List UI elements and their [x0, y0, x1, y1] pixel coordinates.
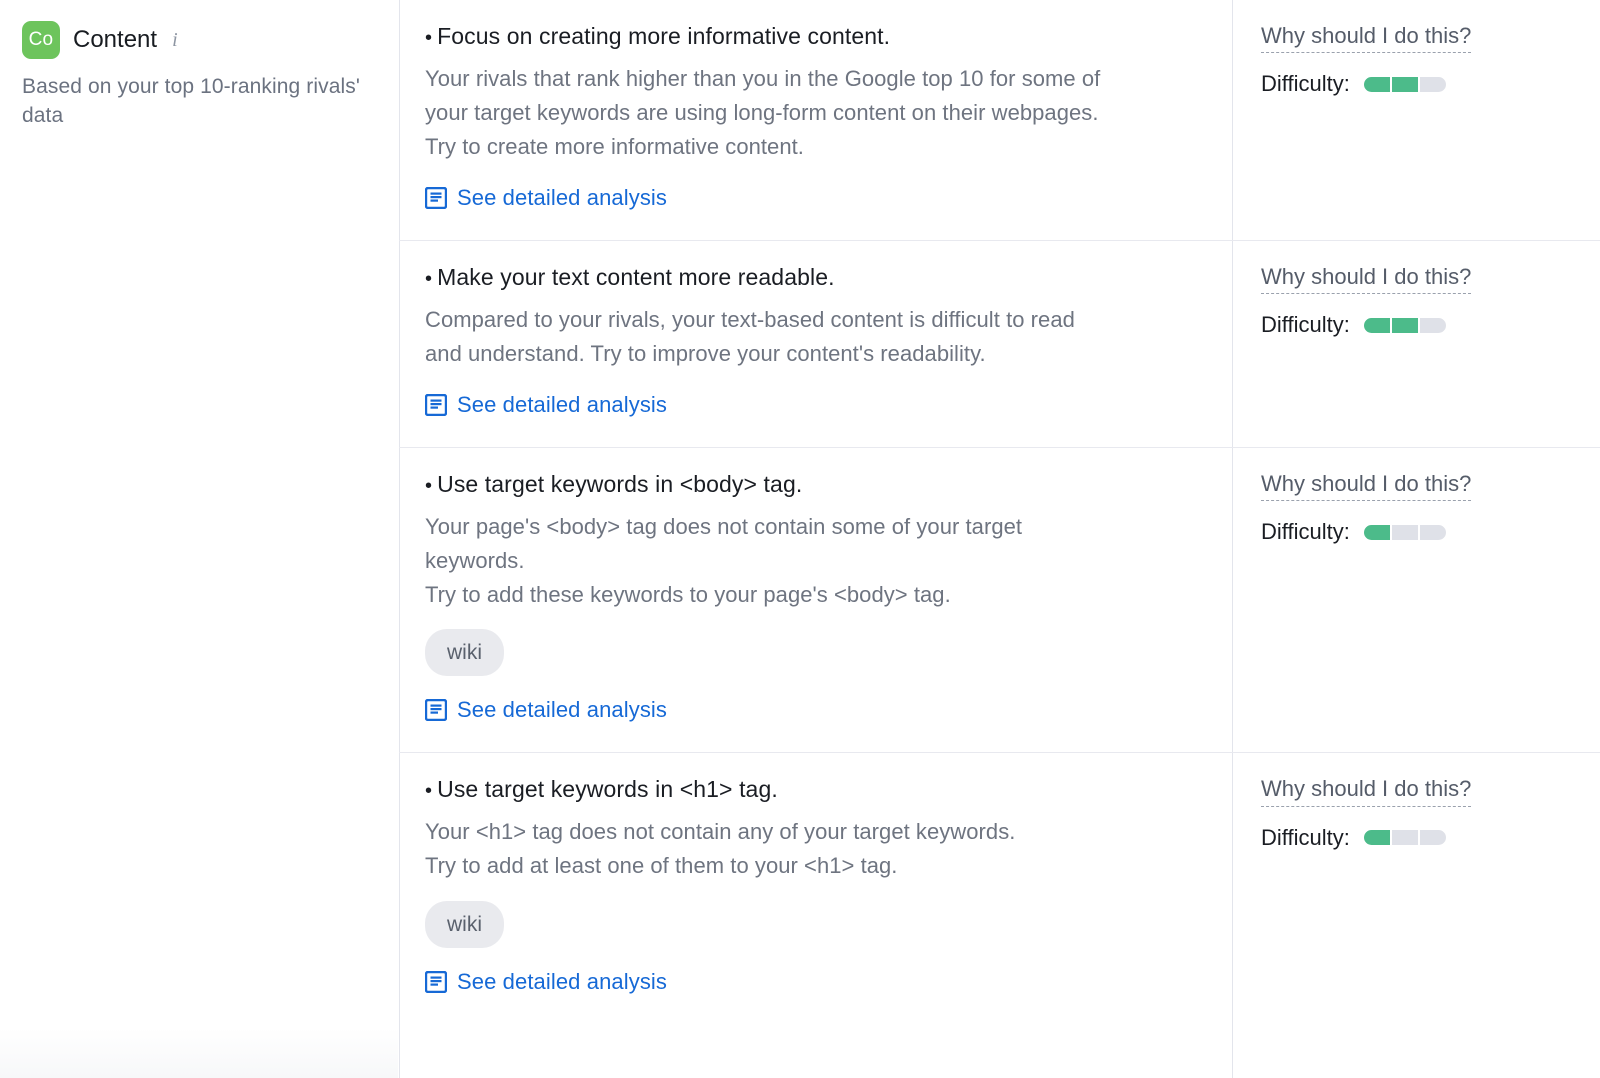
difficulty-segment — [1363, 524, 1390, 540]
difficulty-row: Difficulty: — [1261, 73, 1580, 95]
difficulty-meter — [1363, 76, 1446, 92]
recommendation-content: • Make your text content more readable. Co… — [399, 241, 1233, 447]
document-lines-icon — [425, 699, 447, 722]
keyword-chip[interactable]: wiki — [425, 629, 504, 677]
why-should-i-do-this-link[interactable]: Why should I do this? — [1261, 23, 1472, 54]
difficulty-segment — [1419, 524, 1446, 540]
bullet-icon: • — [425, 27, 433, 49]
info-icon[interactable]: i — [172, 30, 178, 50]
description-line: and understand. Try to improve your cont… — [425, 341, 986, 367]
description-line: Try to add these keywords to your page's… — [425, 582, 951, 608]
description-line: Try to add at least one of them to your … — [425, 853, 898, 879]
description-line: Your <h1> tag does not contain any of yo… — [425, 819, 1016, 845]
difficulty-segment — [1391, 76, 1418, 92]
difficulty-segment — [1391, 524, 1418, 540]
see-detailed-analysis-link[interactable]: See detailed analysis — [425, 392, 668, 418]
keyword-chip[interactable]: wiki — [425, 900, 504, 948]
recommendation-title: • Focus on creating more informative cont… — [425, 22, 1203, 52]
why-should-i-do-this-link[interactable]: Why should I do this? — [1261, 777, 1472, 807]
bullet-icon: • — [425, 780, 433, 803]
recommendation-row: • Focus on creating more informative cont… — [399, 0, 1600, 242]
difficulty-segment — [1419, 76, 1446, 92]
difficulty-row: Difficulty: — [1261, 824, 1580, 850]
recommendation-title: • Use target keywords in <h1> tag. — [425, 775, 1203, 805]
difficulty-segment — [1363, 317, 1390, 333]
recommendation-content: • Focus on creating more informative cont… — [399, 0, 1233, 240]
category-header: Co Content i — [22, 21, 375, 59]
recommendations-list: • Focus on creating more informative cont… — [399, 0, 1600, 1078]
recommendation-meta: Why should I do this? Difficulty: — [1233, 448, 1600, 752]
see-detailed-analysis-label: See detailed analysis — [457, 392, 668, 418]
keyword-chip-list: wiki — [425, 629, 1203, 677]
difficulty-meter — [1363, 830, 1446, 846]
category-title: Content — [73, 26, 158, 53]
see-detailed-analysis-link[interactable]: See detailed analysis — [425, 968, 668, 994]
recommendation-title-text: Focus on creating more informative conte… — [437, 23, 891, 49]
see-detailed-analysis-link[interactable]: See detailed analysis — [425, 697, 668, 723]
document-lines-icon — [425, 394, 447, 417]
recommendation-description: Compared to your rivals, your text-based… — [425, 303, 1203, 371]
difficulty-segment — [1363, 830, 1390, 846]
see-detailed-analysis-link[interactable]: See detailed analysis — [425, 185, 668, 211]
difficulty-row: Difficulty: — [1261, 521, 1580, 543]
difficulty-segment — [1391, 317, 1418, 333]
bullet-icon: • — [425, 475, 433, 498]
description-line: your target keywords are using long-form… — [425, 99, 1099, 125]
difficulty-meter — [1363, 317, 1446, 333]
difficulty-label: Difficulty: — [1261, 519, 1350, 545]
document-lines-icon — [425, 970, 447, 993]
difficulty-label: Difficulty: — [1261, 312, 1350, 338]
recommendation-row: • Use target keywords in <h1> tag. Your <h… — [399, 753, 1600, 1023]
document-lines-icon — [425, 187, 447, 210]
description-line: Your page's <body> tag does not contain … — [425, 514, 1023, 540]
difficulty-label: Difficulty: — [1261, 71, 1350, 97]
recommendation-description: Your page's <body> tag does not contain … — [425, 510, 1203, 612]
recommendation-row: • Use target keywords in <body> tag. Your … — [399, 448, 1600, 754]
recommendation-meta: Why should I do this? Difficulty: — [1233, 241, 1600, 447]
category-panel: Co Content i Based on your top 10-rankin… — [0, 0, 399, 1078]
see-detailed-analysis-label: See detailed analysis — [457, 185, 668, 211]
recommendation-title: • Make your text content more readable. — [425, 263, 1203, 293]
difficulty-row: Difficulty: — [1261, 314, 1580, 336]
description-line: Try to create more informative content. — [425, 134, 804, 160]
difficulty-meter — [1363, 524, 1446, 540]
recommendation-title-text: Use target keywords in <h1> tag. — [437, 776, 778, 803]
recommendation-content: • Use target keywords in <body> tag. Your … — [399, 448, 1233, 752]
difficulty-segment — [1419, 830, 1446, 846]
seo-recommendations-page: Co Content i Based on your top 10-rankin… — [0, 0, 1600, 1078]
recommendation-meta: Why should I do this? Difficulty: — [1233, 0, 1600, 240]
difficulty-segment — [1419, 317, 1446, 333]
category-subtitle: Based on your top 10-ranking rivals' dat… — [22, 75, 360, 128]
recommendation-content: • Use target keywords in <h1> tag. Your <h… — [399, 753, 1233, 1023]
difficulty-segment — [1391, 830, 1418, 846]
see-detailed-analysis-label: See detailed analysis — [457, 697, 668, 723]
difficulty-label: Difficulty: — [1261, 824, 1350, 850]
recommendation-description: Your rivals that rank higher than you in… — [425, 62, 1203, 164]
category-badge-icon: Co — [22, 21, 60, 59]
difficulty-segment — [1363, 76, 1390, 92]
recommendation-description: Your <h1> tag does not contain any of yo… — [425, 815, 1203, 883]
recommendation-title-text: Use target keywords in <body> tag. — [437, 471, 803, 498]
recommendation-title: • Use target keywords in <body> tag. — [425, 470, 1203, 500]
description-line: Compared to your rivals, your text-based… — [425, 307, 1075, 333]
recommendation-meta: Why should I do this? Difficulty: — [1233, 753, 1600, 1023]
bullet-icon: • — [425, 268, 433, 291]
description-line: Your rivals that rank higher than you in… — [425, 65, 1101, 91]
why-should-i-do-this-link[interactable]: Why should I do this? — [1261, 472, 1472, 502]
column-fade-overlay — [0, 1028, 398, 1078]
keyword-chip-list: wiki — [425, 900, 1203, 948]
recommendation-title-text: Make your text content more readable. — [437, 264, 835, 291]
why-should-i-do-this-link[interactable]: Why should I do this? — [1261, 264, 1472, 295]
see-detailed-analysis-label: See detailed analysis — [457, 968, 668, 994]
description-line: keywords. — [425, 548, 525, 574]
recommendation-row: • Make your text content more readable. Co… — [399, 241, 1600, 449]
